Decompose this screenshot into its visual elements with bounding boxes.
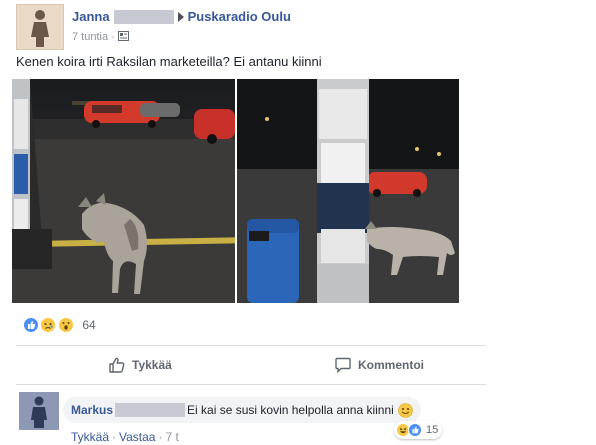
wow-icon [57,316,74,333]
person-silhouette-icon [31,10,49,47]
sad-icon [40,316,57,333]
comment-like-link[interactable]: Tykkää [71,430,109,444]
comment-button-label: Kommentoi [358,358,424,372]
like-icon [23,316,39,333]
arrow-right-icon [177,11,184,22]
wolf-photo-2 [237,79,459,303]
separator: · [158,430,163,444]
like-button-label: Tykkää [132,358,172,372]
comment-button[interactable]: Kommentoi [334,349,424,381]
like-icon [408,423,422,437]
comment-reply-link[interactable]: Vastaa [119,430,155,444]
group-name[interactable]: Puskaradio Oulu [188,9,291,24]
photo-wolf-pole[interactable] [237,79,459,303]
comment-reactions[interactable]: 15 [394,421,443,439]
like-button[interactable]: Tykkää [108,349,172,381]
author-name[interactable]: Janna [72,9,110,24]
comment-actions: Tykkää · Vastaa · 7 t [71,430,179,444]
photo-wolf-parking-lot[interactable] [12,79,235,303]
meta-separator: · [111,31,115,43]
comment-time[interactable]: 7 t [165,430,178,444]
person-silhouette-icon [31,396,47,428]
author-avatar[interactable] [16,4,64,50]
divider [16,345,486,346]
reactions-summary[interactable]: 64 [23,316,96,334]
divider [16,384,486,385]
post-meta: 7 tuntia · [72,31,129,43]
redacted-surname [113,9,174,24]
thumbs-up-icon [109,357,125,373]
photo-grid [12,79,459,303]
comment-text: Ei kai se susi kovin helpolla anna kiinn… [187,403,394,417]
audience-icon[interactable] [117,31,129,41]
wolf-photo-1 [12,79,235,303]
comment-reaction-count: 15 [426,424,439,436]
post-text: Kenen koira irti Raksilan marketeilla? E… [16,54,322,69]
action-bar: Tykkää Kommentoi [16,349,486,381]
commenter-avatar[interactable] [19,392,59,430]
author-line: Janna Puskaradio Oulu [72,8,291,24]
smile-emoji-icon [398,402,413,418]
speech-bubble-icon [335,357,351,374]
redacted-surname [115,403,186,417]
comment-bubble: Markus Ei kai se susi kovin helpolla ann… [63,397,421,423]
separator: · [112,430,117,444]
reaction-count: 64 [82,317,96,332]
post-time[interactable]: 7 tuntia [72,31,108,43]
comment-author[interactable]: Markus [71,403,113,417]
